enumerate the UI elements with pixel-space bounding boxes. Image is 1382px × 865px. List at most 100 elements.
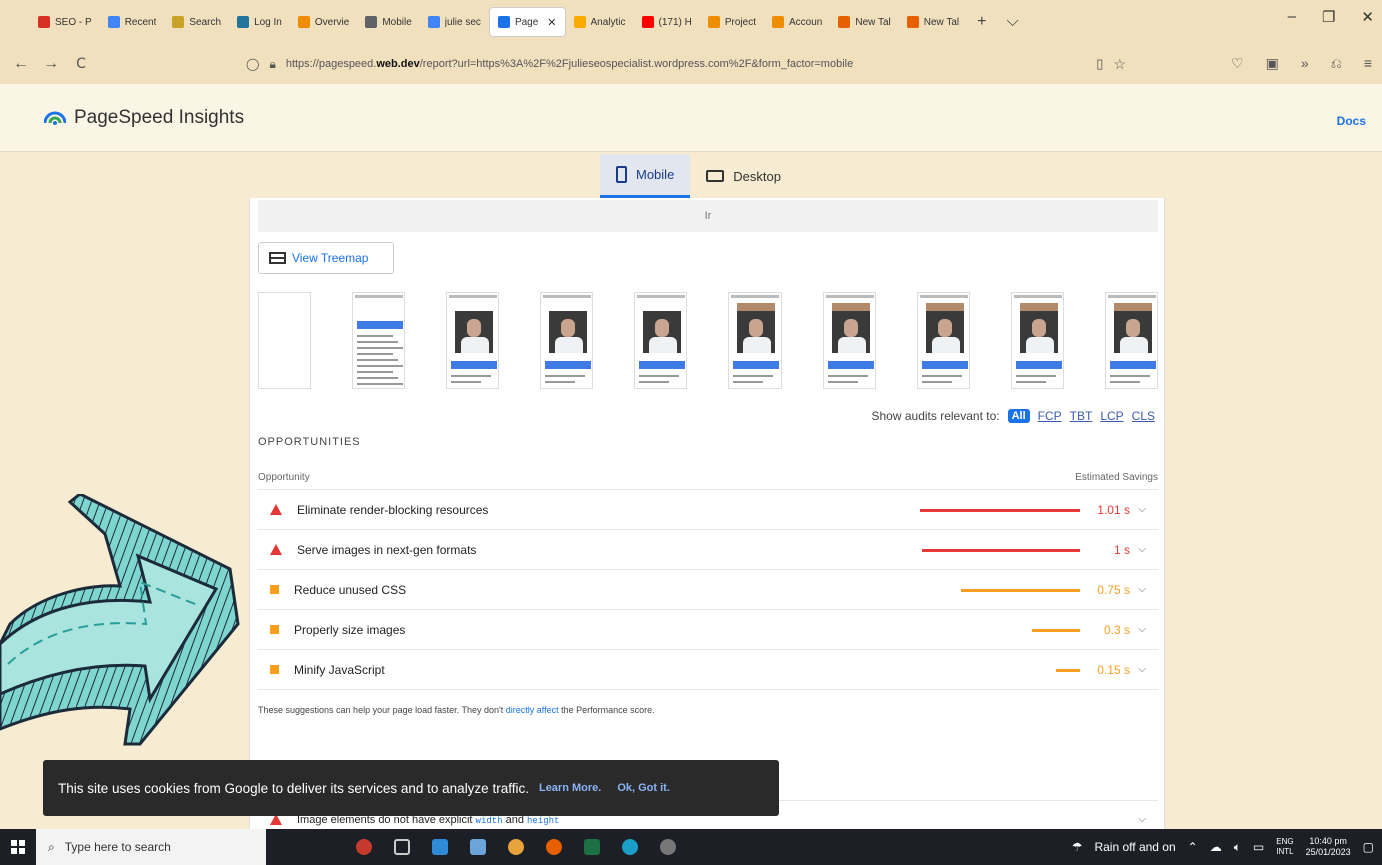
new-tab-button[interactable]: + xyxy=(967,13,996,31)
excel-icon[interactable] xyxy=(584,839,600,855)
opportunity-row[interactable]: Reduce unused CSS 0.75 s ⌵ xyxy=(258,570,1158,610)
start-button[interactable] xyxy=(0,829,36,865)
view-treemap-button[interactable]: View Treemap xyxy=(258,242,394,274)
url-text: https://pagespeed.web.dev/report?url=htt… xyxy=(285,58,854,70)
browser-tab[interactable]: Page ✕ xyxy=(488,7,566,37)
browser-tab[interactable]: New Tal xyxy=(830,7,898,37)
browser-tab-label: New Tal xyxy=(923,16,960,28)
tab-mobile[interactable]: Mobile xyxy=(600,154,691,198)
chevron-down-icon[interactable]: ⌵ xyxy=(1138,624,1146,635)
reader-view-icon[interactable]: ▯ xyxy=(1096,56,1103,72)
browser-tab[interactable]: Recent xyxy=(100,7,165,37)
search-icon: ⌕ xyxy=(48,839,55,854)
volume-icon[interactable]: 🔈︎ xyxy=(1234,840,1241,855)
savings-value: 1 s xyxy=(1113,542,1130,557)
bookmark-star-icon[interactable]: ☆ xyxy=(1113,56,1126,73)
restore-button[interactable]: ❐ xyxy=(1322,8,1335,26)
file-explorer-icon[interactable] xyxy=(432,839,448,855)
tab-strip: SEO - P Recent Search Log In Overvie Mobile ju… xyxy=(30,7,967,37)
task-view-icon[interactable] xyxy=(394,839,410,855)
rose-app-icon[interactable] xyxy=(356,839,372,855)
language-indicator[interactable]: ENG INTL xyxy=(1276,837,1293,857)
browser-tab[interactable]: Project xyxy=(700,7,764,37)
decorative-arrow-graphic xyxy=(0,494,240,746)
tray-chevron-icon[interactable]: ⌃ xyxy=(1188,840,1198,854)
extension-icon[interactable]: ▣ xyxy=(1266,55,1279,72)
filter-all-chip[interactable]: All xyxy=(1007,409,1030,423)
gmail-icon xyxy=(38,16,50,28)
docs-link[interactable]: Docs xyxy=(1337,114,1366,128)
audit-filter-label: Show audits relevant to: xyxy=(871,409,1000,423)
pocket-icon[interactable]: ♡ xyxy=(1231,55,1244,72)
forward-button[interactable]: → xyxy=(36,55,66,73)
taskbar-apps xyxy=(356,839,676,855)
view-treemap-label: View Treemap xyxy=(292,251,369,265)
learn-more-link[interactable]: Learn More. xyxy=(539,782,601,794)
browser-tab[interactable]: Analytic xyxy=(566,7,634,37)
browser-tab[interactable]: New Tal xyxy=(899,7,967,37)
filmstrip-frame xyxy=(916,292,970,389)
score-strip: Ir xyxy=(258,200,1158,232)
paint-app-icon[interactable] xyxy=(660,839,676,855)
filter-fcp[interactable]: FCP xyxy=(1038,409,1062,423)
filter-cls[interactable]: CLS xyxy=(1132,409,1155,423)
browser-tab[interactable]: (171) H xyxy=(634,7,700,37)
window-controls: – ❐ ✕ xyxy=(1288,8,1382,26)
browser-tab[interactable]: julie sec xyxy=(420,7,489,37)
savings-value: 0.15 s xyxy=(1097,662,1130,677)
page-title: PageSpeed Insights xyxy=(74,106,245,128)
opportunity-row[interactable]: Eliminate render-blocking resources 1.01 … xyxy=(258,490,1158,530)
filmstrip-frame xyxy=(634,292,688,389)
ok-got-it-button[interactable]: Ok, Got it. xyxy=(617,782,670,794)
notes-app-icon[interactable] xyxy=(470,839,486,855)
taskbar-search-input[interactable]: ⌕ Type here to search xyxy=(36,829,266,865)
share-icon[interactable]: ⎌ xyxy=(1331,55,1342,72)
network-icon[interactable]: ▭ xyxy=(1253,840,1264,854)
opportunity-column-label: Opportunity xyxy=(258,472,310,483)
filmstrip-frame xyxy=(258,292,312,389)
opportunity-row[interactable]: Serve images in next-gen formats 1 s ⌵ xyxy=(258,530,1158,570)
browser-tab[interactable]: Log In xyxy=(229,7,290,37)
browser-tab-label: Accoun xyxy=(789,16,823,28)
opportunity-row[interactable]: Properly size images 0.3 s ⌵ xyxy=(258,610,1158,650)
menu-icon[interactable]: ≡ xyxy=(1364,55,1372,72)
filter-lcp[interactable]: LCP xyxy=(1100,409,1123,423)
chevron-down-icon[interactable]: ⌵ xyxy=(1138,544,1146,555)
tab-desktop[interactable]: Desktop xyxy=(690,154,797,198)
opportunity-row[interactable]: Minify JavaScript 0.15 s ⌵ xyxy=(258,650,1158,690)
opportunities-heading: OPPORTUNITIES xyxy=(258,436,361,448)
browser-tab[interactable]: SEO - P xyxy=(30,7,100,37)
close-tab-icon[interactable]: ✕ xyxy=(547,16,556,29)
psi-header: PageSpeed Insights Docs xyxy=(0,84,1382,152)
chevron-down-icon[interactable]: ⌵ xyxy=(1138,664,1146,675)
directly-affect-link[interactable]: directly affect xyxy=(506,705,559,715)
filter-tbt[interactable]: TBT xyxy=(1070,409,1093,423)
browser-tab[interactable]: Overvie xyxy=(290,7,357,37)
firefox-icon[interactable] xyxy=(546,839,562,855)
tab-list-button[interactable]: ⌵ xyxy=(997,13,1029,31)
notifications-icon[interactable]: ▢ xyxy=(1363,840,1374,854)
windows-icon xyxy=(11,840,25,854)
overflow-chevron-icon[interactable]: » xyxy=(1301,55,1309,72)
browser-tab[interactable]: Mobile xyxy=(357,7,419,37)
clock[interactable]: 10:40 pm 25/01/2023 xyxy=(1306,836,1351,858)
back-button[interactable]: ← xyxy=(6,55,36,73)
chevron-down-icon[interactable]: ⌵ xyxy=(1138,504,1146,515)
browser-tab-label: Analytic xyxy=(590,16,626,28)
minimize-button[interactable]: – xyxy=(1288,8,1296,26)
browser-tab[interactable]: Accoun xyxy=(764,7,830,37)
savings-bar xyxy=(920,509,1080,512)
filmstrip-frame xyxy=(446,292,500,389)
analytics-icon xyxy=(573,16,586,28)
opportunity-title: Properly size images xyxy=(294,622,406,637)
reload-button[interactable]: C xyxy=(66,56,96,72)
chevron-down-icon[interactable]: ⌵ xyxy=(1138,584,1146,595)
chrome-icon[interactable] xyxy=(508,839,524,855)
browser-tab[interactable]: Search xyxy=(164,7,229,37)
edge-icon[interactable] xyxy=(622,839,638,855)
savings-bar xyxy=(961,589,1080,592)
close-window-button[interactable]: ✕ xyxy=(1361,8,1374,26)
url-field[interactable]: ◯ 🔒︎ https://pagespeed.web.dev/report?ur… xyxy=(246,52,1126,76)
weather-text[interactable]: Rain off and on xyxy=(1094,840,1175,854)
browser-tab-label: Overvie xyxy=(314,16,350,28)
